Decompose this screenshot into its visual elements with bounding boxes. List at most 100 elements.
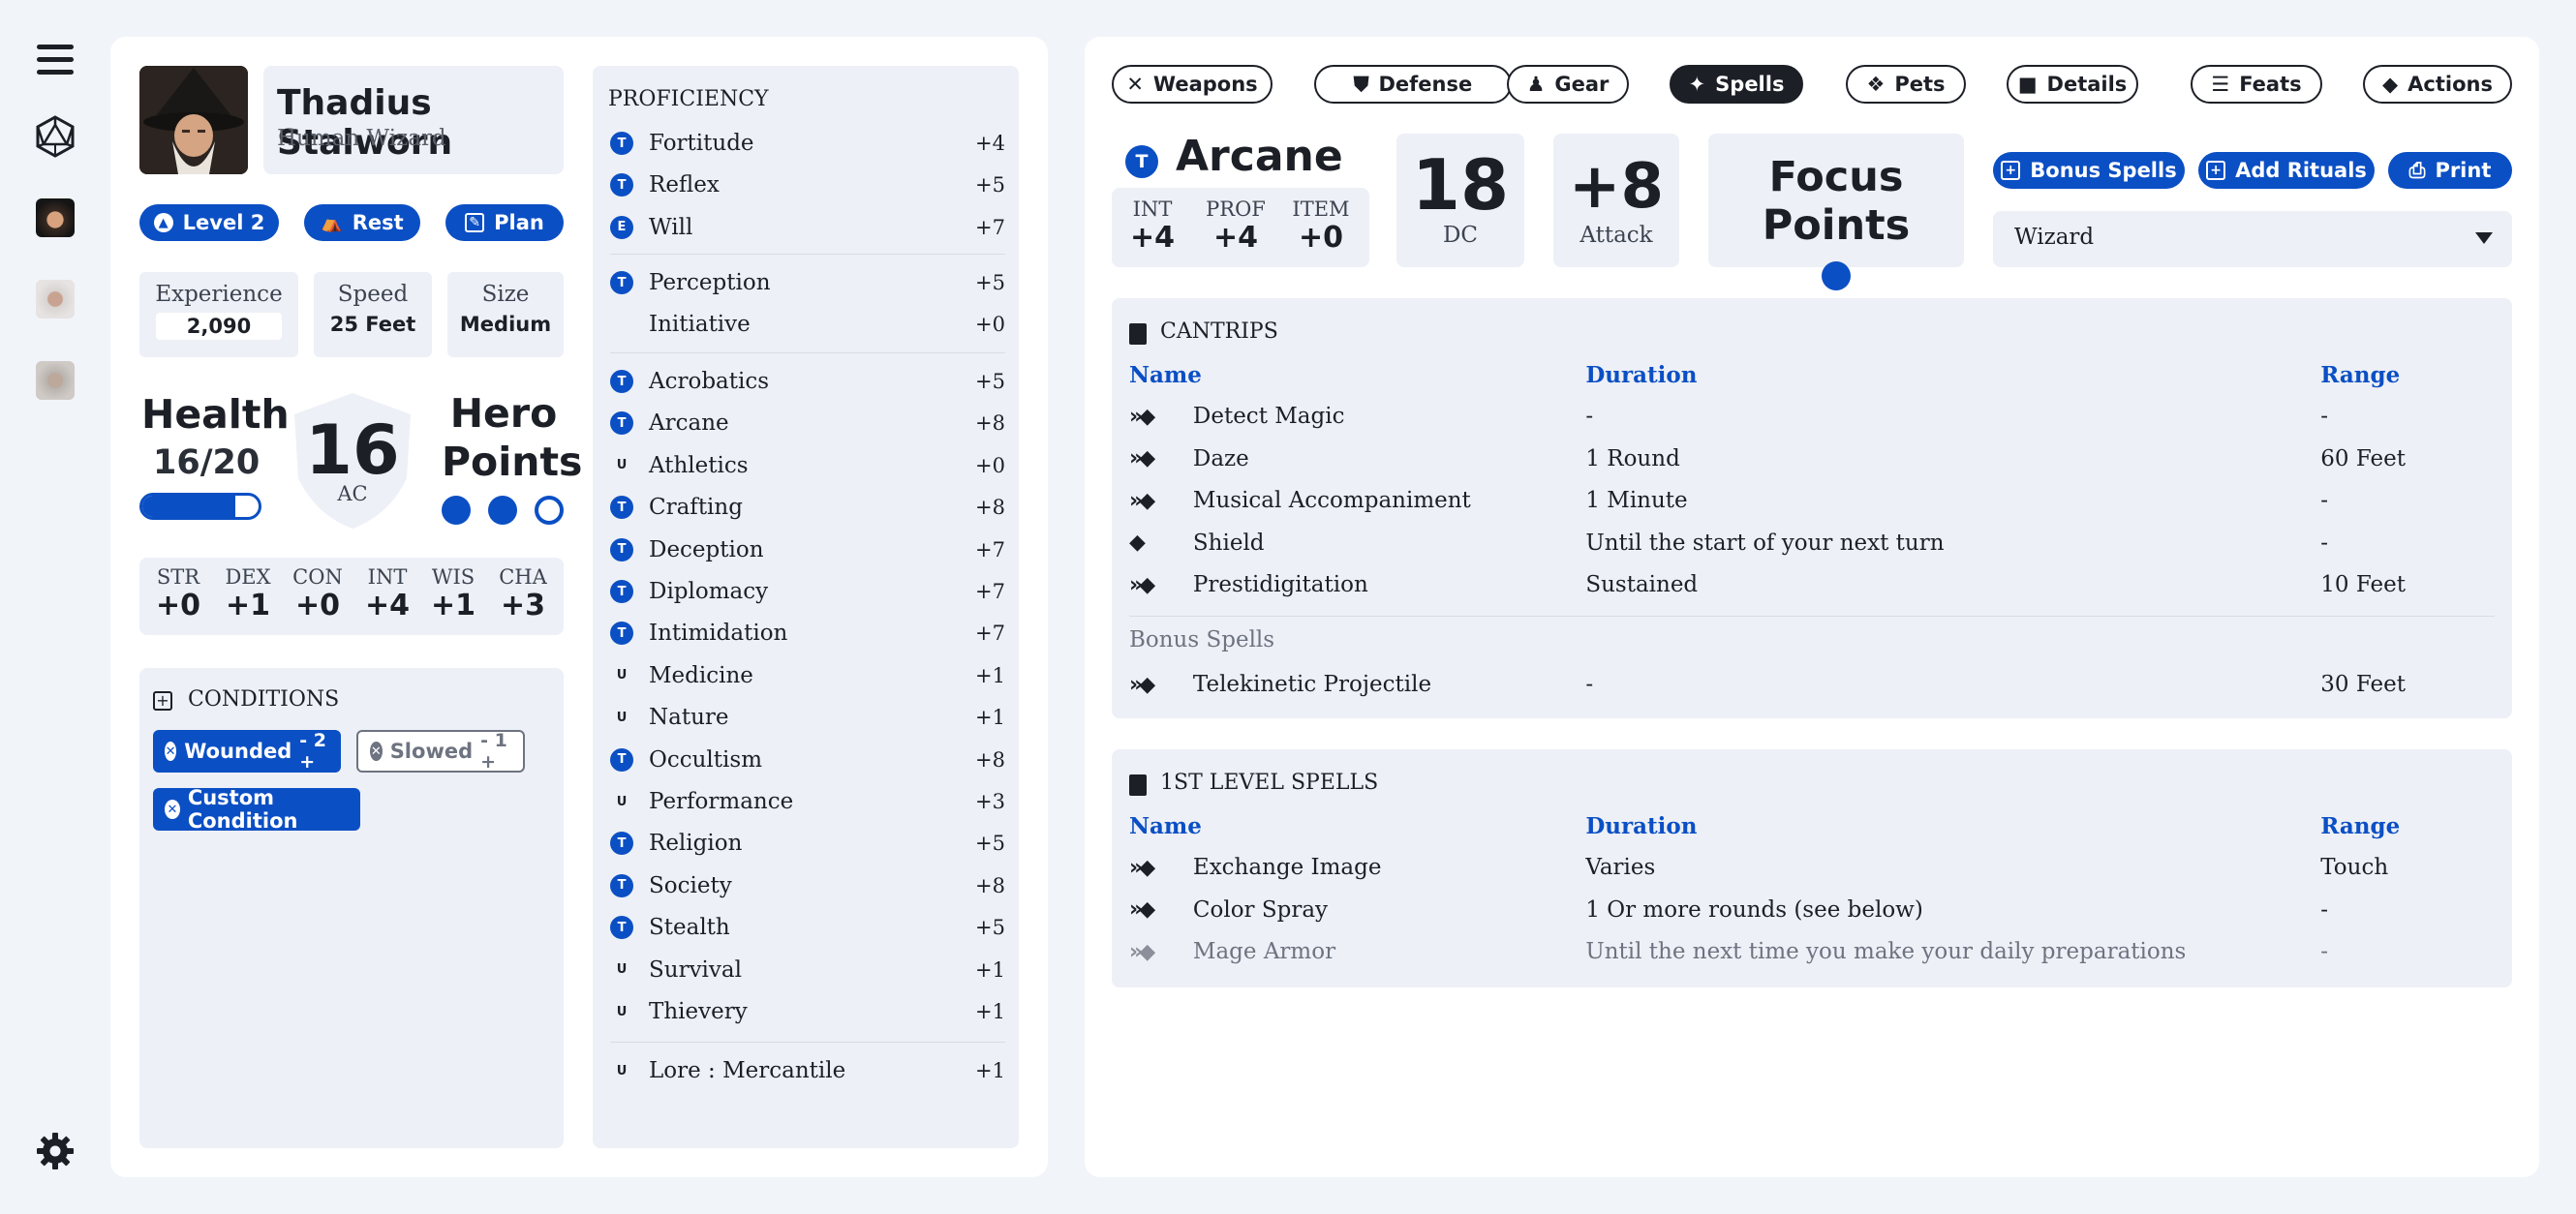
tab-feats[interactable]: ☰ Feats (2191, 65, 2322, 104)
hero-point-3[interactable] (535, 496, 564, 525)
proficiency-row[interactable]: T Diplomacy +7 (610, 572, 1005, 611)
ability-dex: DEX +1 (215, 565, 281, 622)
tab-weapons[interactable]: ✕ Weapons (1112, 65, 1273, 104)
tab-defense[interactable]: ⛊ Defense (1314, 65, 1512, 104)
proficiency-row[interactable]: T Deception +7 (610, 531, 1005, 569)
hero-point-1[interactable] (442, 496, 471, 525)
spell-row[interactable]: »◆ Daze 1 Round 60 Feet (1129, 439, 2495, 479)
proficiency-row[interactable]: T Crafting +8 (610, 488, 1005, 527)
spell-row[interactable]: »◆ Telekinetic Projectile - 30 Feet (1129, 664, 2495, 705)
proficiency-modifier: +0 (975, 453, 1005, 477)
tab-label: Feats (2239, 73, 2302, 96)
tab-gear[interactable]: ♟ Gear (1507, 65, 1629, 104)
ability-con: CON +0 (285, 565, 351, 622)
proficiency-name: Deception (649, 536, 764, 562)
tab-spells[interactable]: ✦ Spells (1670, 65, 1803, 104)
proficiency-name: Intimidation (649, 621, 788, 647)
hero-point-2[interactable] (488, 496, 517, 525)
plan-button[interactable]: ✎ Plan (445, 204, 564, 241)
proficiency-row[interactable]: Initiative +0 (610, 305, 1005, 344)
col-duration[interactable]: Duration (1585, 813, 2320, 839)
proficiency-row[interactable]: U Performance +3 (610, 782, 1005, 821)
ability-value: +0 (155, 589, 200, 622)
ability-value: +1 (430, 589, 475, 622)
item-mod: ITEM +0 (1288, 197, 1354, 255)
crossed-swords-icon: ✕ (1126, 73, 1144, 96)
col-name[interactable]: Name (1129, 362, 1585, 388)
spell-row[interactable]: »◆ Exchange Image Varies Touch (1129, 847, 2495, 888)
add-condition-icon[interactable]: + (153, 691, 172, 711)
proficiency-row[interactable]: U Athletics +0 (610, 446, 1005, 485)
dc-value: 18 (1411, 144, 1510, 226)
condition-slowed[interactable]: ✕ Slowed - 1 + (356, 730, 525, 773)
proficiency-row[interactable]: T Society +8 (610, 866, 1005, 905)
focus-points-card: Focus Points (1708, 134, 1964, 290)
proficiency-row[interactable]: T Religion +5 (610, 824, 1005, 863)
proficiency-modifier: +8 (975, 411, 1005, 436)
proficiency-row[interactable]: U Lore : Mercantile +1 (610, 1051, 1005, 1090)
condition-wounded[interactable]: ✕ Wounded - 2 + (153, 730, 341, 773)
col-range[interactable]: Range (2320, 813, 2495, 839)
class-select[interactable]: Wizard (1993, 211, 2512, 267)
col-range[interactable]: Range (2320, 362, 2495, 388)
spell-duration: - (1585, 672, 1594, 697)
spell-row[interactable]: »◆ Color Spray 1 Or more rounds (see below… (1129, 890, 2495, 930)
side-rail (0, 0, 110, 1214)
proficiency-name: Crafting (649, 495, 743, 521)
tab-pets[interactable]: ❖ Pets (1846, 65, 1966, 104)
proficiency-row[interactable]: T Acrobatics +5 (610, 362, 1005, 401)
experience-value[interactable]: 2,090 (156, 313, 282, 340)
proficiency-row[interactable]: E Will +7 (610, 208, 1005, 247)
proficiency-row[interactable]: U Medicine +1 (610, 656, 1005, 695)
proficiency-row[interactable]: T Occultism +8 (610, 741, 1005, 779)
health-value[interactable]: 16/20 (153, 443, 260, 482)
spell-row[interactable]: »◆ Detect Magic - - (1129, 396, 2495, 437)
ability-value: +3 (500, 589, 545, 622)
spell-range: - (2320, 896, 2329, 923)
prof-label: PROF (1206, 197, 1266, 221)
col-duration[interactable]: Duration (1585, 362, 2320, 388)
level-button[interactable]: ▲ Level 2 (139, 204, 279, 241)
spell-row[interactable]: »◆ Mage Armor Until the next time you make… (1129, 931, 2495, 972)
proficiency-row[interactable]: T Reflex +5 (610, 166, 1005, 204)
action-diamond-icon: ◆ (2382, 73, 2399, 96)
proficiency-row[interactable]: T Stealth +5 (610, 908, 1005, 947)
spell-row[interactable]: »◆ Prestidigitation Sustained 10 Feet (1129, 564, 2495, 605)
avatar-3[interactable] (31, 356, 79, 405)
spell-row[interactable]: »◆ Musical Accompaniment 1 Minute - (1129, 480, 2495, 521)
avatar-1[interactable] (31, 194, 79, 242)
proficiency-row[interactable]: U Survival +1 (610, 951, 1005, 989)
menu-icon[interactable] (31, 35, 79, 83)
proficiency-row[interactable]: T Intimidation +7 (610, 614, 1005, 653)
chevron-down-icon (2475, 232, 2493, 244)
wounded-stepper[interactable]: - 2 + (299, 730, 329, 773)
remove-icon[interactable]: ✕ (370, 742, 383, 761)
divider (610, 1042, 1005, 1043)
add-rituals-button[interactable]: + Add Rituals (2198, 152, 2375, 189)
custom-condition-button[interactable]: ✕ Custom Condition (153, 786, 360, 833)
settings-icon[interactable] (31, 1127, 79, 1175)
proficiency-row[interactable]: T Perception +5 (610, 263, 1005, 302)
d20-icon[interactable] (31, 112, 79, 161)
print-button[interactable]: ⎙ Print (2388, 152, 2512, 189)
proficiency-name: Lore : Mercantile (649, 1058, 846, 1083)
proficiency-row[interactable]: T Arcane +8 (610, 404, 1005, 442)
tab-actions[interactable]: ◆ Actions (2363, 65, 2512, 104)
bonus-spells-button[interactable]: + Bonus Spells (1993, 152, 2185, 189)
hero-points-label: Hero Points (442, 389, 582, 486)
health-bar-fill (142, 496, 235, 517)
focus-point-1[interactable] (1822, 261, 1851, 290)
spell-row[interactable]: ◆ Shield Until the start of your next turn… (1129, 523, 2495, 563)
proficiency-rank-badge: T (610, 411, 633, 436)
tab-label: Pets (1894, 73, 1946, 96)
tab-details[interactable]: ■ Details (2007, 65, 2138, 104)
remove-icon[interactable]: ✕ (165, 742, 177, 761)
book-icon (1129, 774, 1147, 796)
proficiency-row[interactable]: U Nature +1 (610, 698, 1005, 737)
proficiency-row[interactable]: U Thievery +1 (610, 992, 1005, 1031)
avatar-2[interactable] (31, 275, 79, 323)
slowed-stepper[interactable]: - 1 + (480, 730, 511, 773)
rest-button[interactable]: ⛺ Rest (304, 204, 420, 241)
col-name[interactable]: Name (1129, 813, 1585, 839)
proficiency-row[interactable]: T Fortitude +4 (610, 124, 1005, 163)
